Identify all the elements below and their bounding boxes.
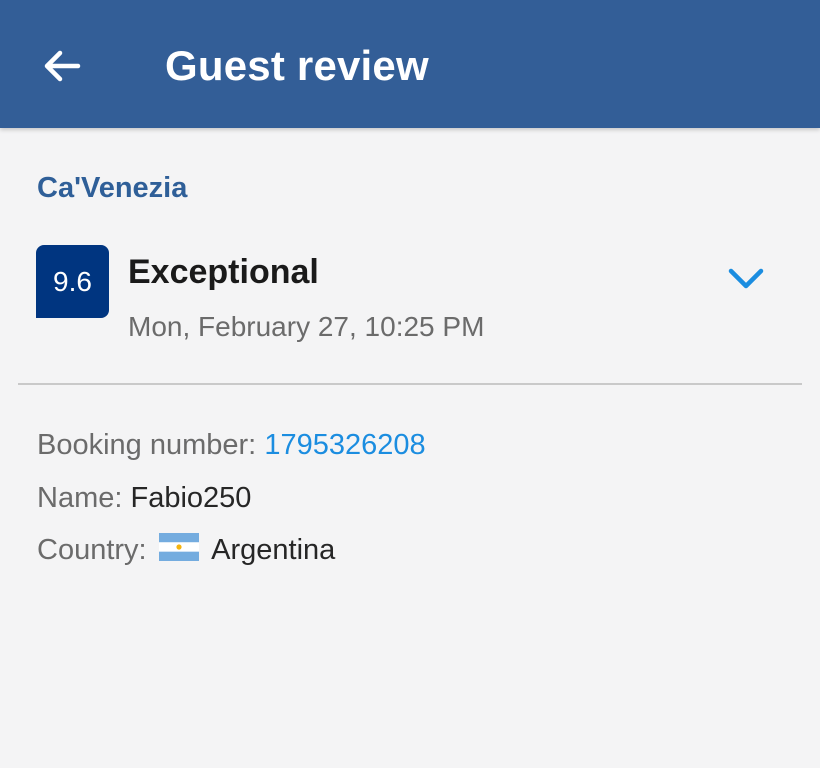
guest-name-label: Name:	[37, 482, 123, 514]
country-row: Country: Argentina	[37, 532, 335, 568]
country-label: Country:	[37, 534, 147, 566]
review-date: Mon, February 27, 10:25 PM	[128, 311, 485, 342]
booking-number-link[interactable]: 1795326208	[264, 429, 425, 461]
chevron-down-icon	[728, 268, 764, 289]
booking-number-label: Booking number:	[37, 429, 257, 461]
country-value: Argentina	[211, 534, 336, 566]
app-bar: Guest review	[0, 0, 820, 128]
review-summary-row[interactable]: 9.6 Exceptional Mon, February 27, 10:25 …	[0, 240, 820, 350]
argentina-flag-icon	[158, 533, 199, 561]
rating-label: Exceptional	[128, 253, 319, 291]
guest-name-value: Fabio250	[130, 482, 252, 514]
review-score-badge: 9.6	[36, 245, 109, 318]
arrow-left-icon	[44, 50, 81, 82]
back-button[interactable]	[30, 34, 94, 98]
expand-review-button[interactable]	[718, 254, 774, 302]
property-name: Ca'Venezia	[37, 172, 188, 204]
divider	[18, 383, 802, 385]
page-title: Guest review	[165, 42, 429, 89]
guest-name-row: Name: Fabio250	[37, 480, 251, 516]
booking-number-row: Booking number: 1795326208	[37, 427, 426, 463]
